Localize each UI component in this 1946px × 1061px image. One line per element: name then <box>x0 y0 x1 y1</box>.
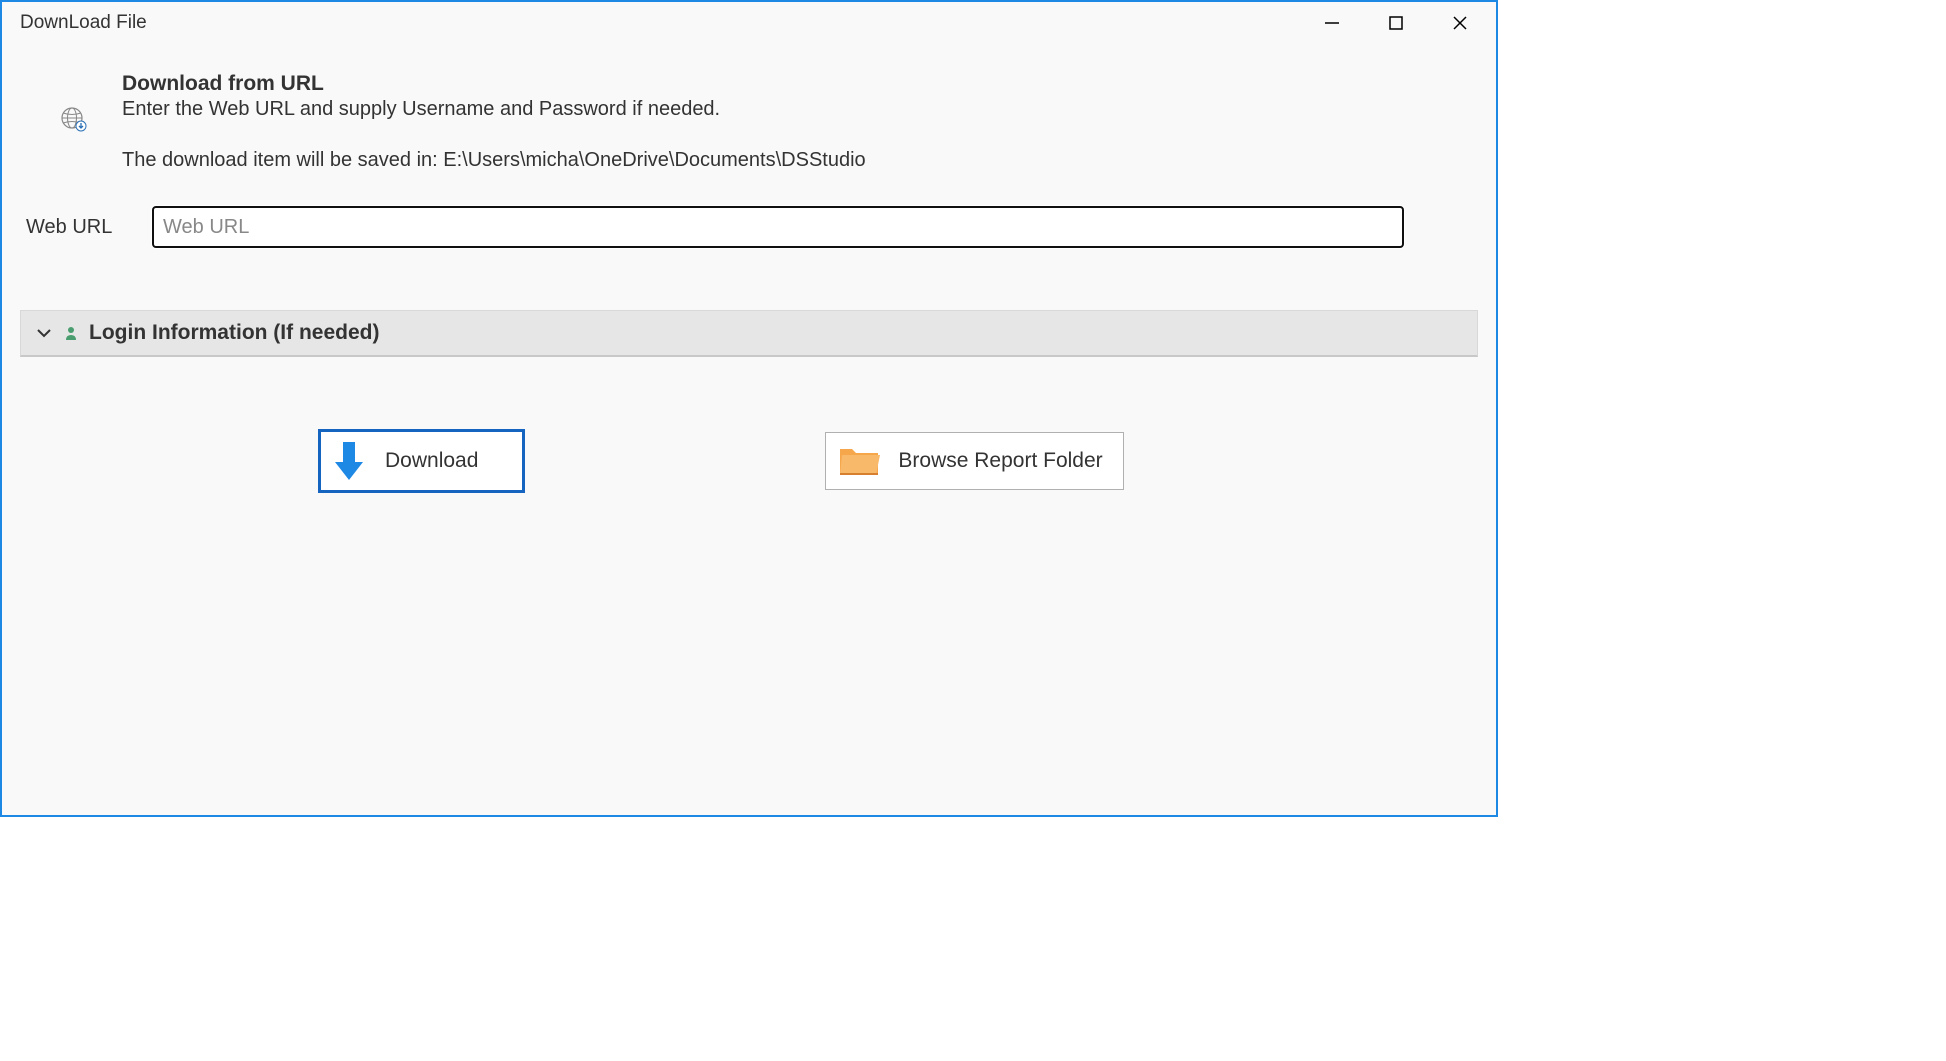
title-bar: DownLoad File <box>2 2 1496 44</box>
minimize-button[interactable] <box>1300 3 1364 43</box>
folder-icon <box>836 441 884 481</box>
download-button-label: Download <box>385 449 478 473</box>
download-button[interactable]: Download <box>318 429 525 493</box>
web-url-input[interactable] <box>152 206 1404 248</box>
section-title: Download from URL <box>122 72 1478 96</box>
browse-folder-button[interactable]: Browse Report Folder <box>825 432 1123 490</box>
login-info-expander[interactable]: Login Information (If needed) <box>20 310 1478 357</box>
content-area: Download from URL Enter the Web URL and … <box>2 44 1496 493</box>
web-url-label: Web URL <box>26 216 152 239</box>
window-title: DownLoad File <box>20 12 147 34</box>
window-controls <box>1300 3 1492 43</box>
instruction-text: Enter the Web URL and supply Username an… <box>122 98 1478 121</box>
url-row: Web URL <box>20 206 1478 248</box>
globe-download-icon <box>60 106 88 137</box>
minimize-icon <box>1323 14 1341 32</box>
close-button[interactable] <box>1428 3 1492 43</box>
login-info-title: Login Information (If needed) <box>89 321 379 345</box>
maximize-icon <box>1387 14 1405 32</box>
header-section: Download from URL Enter the Web URL and … <box>20 72 1478 172</box>
browse-folder-button-label: Browse Report Folder <box>898 449 1102 473</box>
chevron-down-icon <box>35 326 53 340</box>
download-file-window: DownLoad File <box>0 0 1498 817</box>
button-row: Download Browse Report Folder <box>20 429 1478 493</box>
maximize-button[interactable] <box>1364 3 1428 43</box>
download-arrow-icon <box>331 440 367 482</box>
header-text: Download from URL Enter the Web URL and … <box>122 72 1478 172</box>
person-icon <box>63 325 79 341</box>
save-path-text: The download item will be saved in: E:\U… <box>122 149 1478 172</box>
close-icon <box>1451 14 1469 32</box>
